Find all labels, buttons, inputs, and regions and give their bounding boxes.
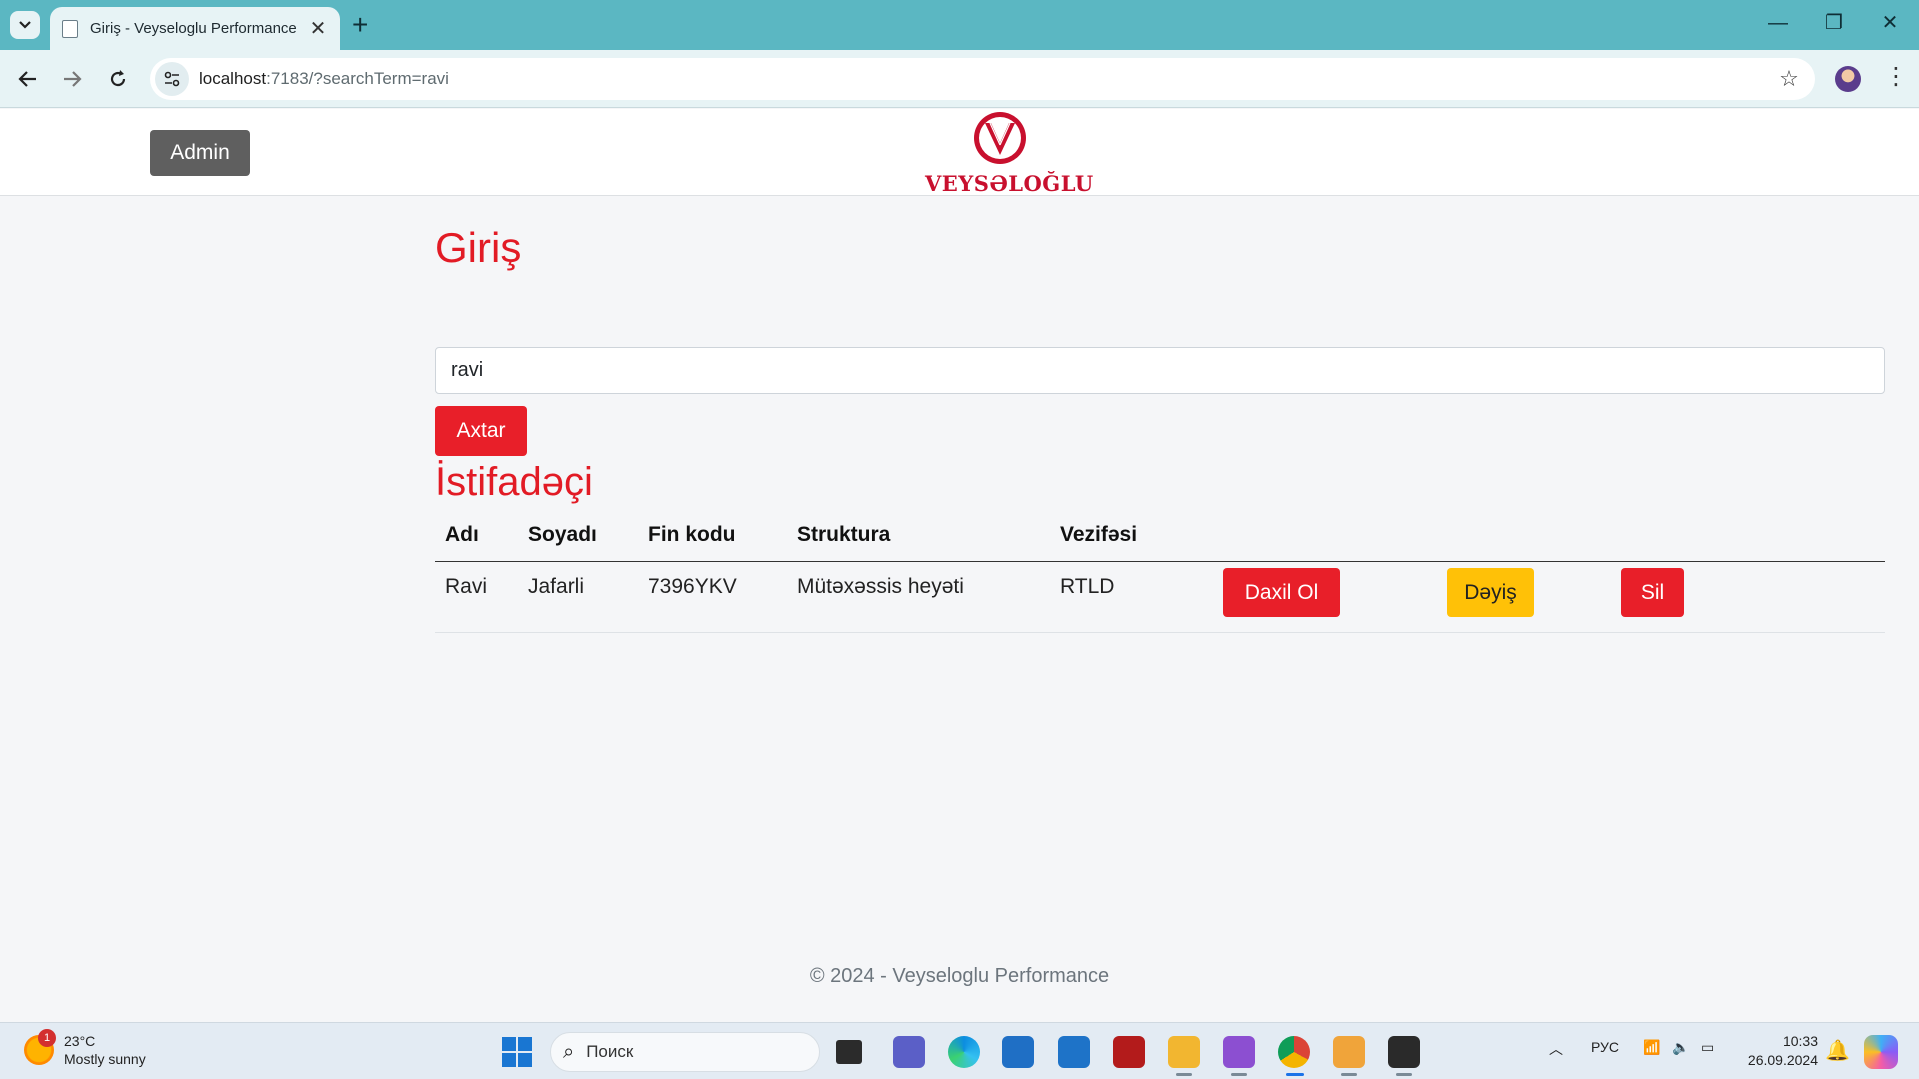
edge-icon[interactable] — [948, 1036, 980, 1068]
copilot-icon[interactable] — [1864, 1035, 1898, 1069]
table-row: Ravi Jafarli 7396YKV Mütəxəssis heyəti R… — [435, 561, 1885, 633]
users-section-title: İstifadəçi — [435, 460, 593, 504]
weather-widget[interactable]: 1 23°C Mostly sunny — [24, 1029, 146, 1068]
browser-tabstrip: Giriş - Veyseloglu Performance ✕ + — ❐ ✕ — [0, 0, 1919, 50]
column-header-login-action — [1213, 509, 1437, 562]
arrow-left-icon — [18, 71, 36, 87]
explorer-running-indicator — [1176, 1073, 1192, 1076]
column-header-surname: Soyadı — [518, 509, 638, 562]
start-button[interactable] — [502, 1037, 532, 1067]
chrome-active-indicator — [1286, 1073, 1304, 1076]
cell-fin: 7396YKV — [638, 561, 787, 633]
visual-studio-icon[interactable] — [1223, 1036, 1255, 1068]
web-page: Admin VEYSƏLOĞLU Giriş Axtar İstifadəçi … — [0, 109, 1919, 1022]
paint-tool-icon[interactable] — [1333, 1036, 1365, 1068]
column-header-edit-action — [1437, 509, 1611, 562]
table-header-row: Adı Soyadı Fin kodu Struktura Vezifəsi — [435, 509, 1885, 562]
windows-logo-tile — [502, 1053, 516, 1067]
chrome-icon[interactable] — [1278, 1036, 1310, 1068]
windows-logo-icon — [502, 1037, 516, 1051]
clock-date: 26.09.2024 — [1747, 1052, 1818, 1068]
reload-button[interactable] — [102, 63, 134, 95]
notification-bell-icon[interactable]: 🔔 — [1825, 1038, 1850, 1063]
column-header-position: Vezifəsi — [1050, 509, 1213, 562]
users-table: Adı Soyadı Fin kodu Struktura Vezifəsi R… — [435, 509, 1885, 633]
weather-desc: Mostly sunny — [64, 1051, 146, 1067]
cell-delete-action: Sil — [1611, 561, 1885, 633]
cell-last-name: Jafarli — [518, 561, 638, 633]
taskbar-clock[interactable]: 10:33 26.09.2024 — [1728, 1032, 1818, 1070]
task-view-icon[interactable] — [836, 1040, 862, 1064]
store-icon[interactable] — [1002, 1036, 1034, 1068]
page-title: Giriş — [435, 224, 522, 271]
url-text[interactable]: localhost:7183/?searchTerm=ravi — [199, 69, 1771, 89]
input-language[interactable]: РУС — [1591, 1039, 1619, 1055]
column-header-structure: Struktura — [787, 509, 1050, 562]
column-header-name: Adı — [435, 509, 518, 562]
forward-button[interactable] — [56, 63, 88, 95]
back-button[interactable] — [12, 63, 44, 95]
taskbar: 1 23°C Mostly sunny ⌕ Поиск ︿ РУС 📶 🔈 ▭ … — [0, 1022, 1919, 1079]
cell-structure: Mütəxəssis heyəti — [787, 561, 1050, 633]
arrow-right-icon — [64, 71, 82, 87]
tab-close-icon[interactable]: ✕ — [308, 19, 328, 39]
page-favicon-icon — [62, 19, 78, 38]
window-close-button[interactable]: ✕ — [1870, 8, 1910, 38]
weather-badge: 1 — [38, 1029, 56, 1047]
taskbar-search[interactable]: ⌕ Поиск — [550, 1032, 820, 1072]
search-input[interactable] — [435, 347, 1885, 394]
column-header-delete-action — [1611, 509, 1885, 562]
chevron-down-icon — [19, 21, 31, 29]
sql-tool-icon[interactable] — [1113, 1036, 1145, 1068]
browser-tab-active[interactable]: Giriş - Veyseloglu Performance ✕ — [50, 7, 340, 50]
site-info-icon[interactable] — [155, 62, 189, 96]
battery-icon[interactable]: ▭ — [1701, 1039, 1714, 1056]
wifi-icon[interactable]: 📶 — [1643, 1039, 1660, 1056]
cell-position: RTLD — [1050, 561, 1213, 633]
tab-search-button[interactable] — [10, 11, 40, 39]
tab-title: Giriş - Veyseloglu Performance — [90, 20, 297, 37]
teams-icon[interactable] — [893, 1036, 925, 1068]
column-header-fin: Fin kodu — [638, 509, 787, 562]
vs-running-indicator — [1231, 1073, 1247, 1076]
file-explorer-icon[interactable] — [1168, 1036, 1200, 1068]
admin-button[interactable]: Admin — [150, 130, 250, 176]
tray-overflow-chevron-icon[interactable]: ︿ — [1549, 1039, 1563, 1059]
company-logo[interactable]: VEYSƏLOĞLU — [925, 111, 1094, 196]
minimize-button[interactable]: — — [1758, 8, 1798, 38]
page-footer: © 2024 - Veyseloglu Performance — [809, 965, 1110, 987]
login-as-user-button[interactable]: Daxil Ol — [1223, 568, 1340, 617]
paint-running-indicator — [1341, 1073, 1357, 1076]
browser-toolbar: localhost:7183/?searchTerm=ravi ☆ ⋮ — [0, 50, 1919, 108]
edit-user-button[interactable]: Dəyiş — [1447, 568, 1534, 617]
delete-user-button[interactable]: Sil — [1621, 568, 1684, 617]
taskbar-search-placeholder: Поиск — [586, 1042, 634, 1061]
browser-menu-icon[interactable]: ⋮ — [1884, 62, 1908, 92]
logo-text: VEYSƏLOĞLU — [925, 171, 1094, 196]
site-header: Admin VEYSƏLOĞLU — [0, 109, 1919, 196]
windows-logo-tile — [518, 1037, 532, 1051]
address-bar[interactable]: localhost:7183/?searchTerm=ravi ☆ — [150, 58, 1815, 100]
logo-mark-icon — [974, 112, 1026, 164]
windows-logo-tile — [518, 1053, 532, 1067]
new-tab-button[interactable]: + — [352, 10, 368, 40]
profile-avatar[interactable] — [1835, 66, 1861, 92]
terminal-running-indicator — [1396, 1073, 1412, 1076]
sun-icon: 1 — [24, 1029, 56, 1065]
terminal-icon[interactable] — [1388, 1036, 1420, 1068]
cell-first-name: Ravi — [435, 561, 518, 633]
cell-edit-action: Dəyiş — [1437, 561, 1611, 633]
mail-icon[interactable] — [1058, 1036, 1090, 1068]
search-button[interactable]: Axtar — [435, 406, 527, 456]
reload-icon — [110, 70, 126, 87]
restore-button[interactable]: ❐ — [1814, 8, 1854, 38]
url-path: :7183/?searchTerm=ravi — [266, 69, 449, 88]
bookmark-star-icon[interactable]: ☆ — [1771, 66, 1807, 92]
search-icon: ⌕ — [563, 1040, 575, 1063]
cell-login-action: Daxil Ol — [1213, 561, 1437, 633]
weather-temp: 23°C — [64, 1033, 96, 1049]
volume-icon[interactable]: 🔈 — [1672, 1039, 1689, 1056]
clock-time: 10:33 — [1782, 1033, 1818, 1049]
url-host: localhost — [199, 69, 267, 88]
